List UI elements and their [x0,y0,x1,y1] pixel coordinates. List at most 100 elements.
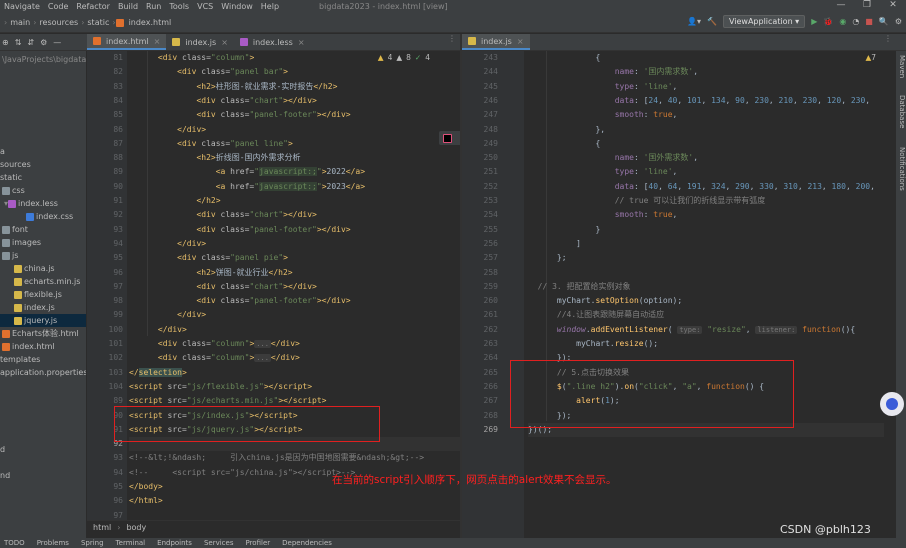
menu-navigate[interactable]: Navigate [0,2,44,11]
code-line: window.addEventListener( type: "resize",… [556,324,856,334]
tree-item[interactable]: d [0,443,5,456]
menu-vcs[interactable]: VCS [193,2,217,11]
js-editor[interactable]: 243 244 245 246 247 248 249 250 251 252 253 254 255 2… [462,51,888,538]
hide-icon[interactable]: — [53,38,61,47]
more-icon[interactable]: ⋮ [884,34,906,50]
close-icon[interactable]: × [298,34,305,51]
close-icon[interactable]: × [221,34,228,51]
tree-item-index-js[interactable]: index.js [14,301,55,314]
settings-icon[interactable]: ⚙ [895,17,902,26]
coverage-icon[interactable]: ◉ [839,17,846,26]
menu-help[interactable]: Help [257,2,283,11]
code-line: <div class="column"> [157,53,255,62]
inspection-widget[interactable]: ▲7 [865,53,876,62]
tree-item-js[interactable]: js [2,249,18,262]
profile-icon[interactable]: ◔ [852,17,859,26]
code-line: smooth: true, [614,210,678,220]
tree-item-properties[interactable]: application.properties [0,366,86,379]
inspection-widget[interactable]: ▲ 4 ▲ 8 ✓ 4 [378,53,430,62]
breadcrumb-static[interactable]: static [84,18,112,27]
tab-index-js-right[interactable]: index.js × [462,34,530,50]
menu-refactor[interactable]: Refactor [72,2,114,11]
line-number: 93 [113,453,123,463]
tree-item-china-js[interactable]: china.js [14,262,55,275]
close-icon[interactable]: ✕ [880,0,906,10]
collapse-icon[interactable]: ⇅ [15,38,22,47]
notifications-tool-button[interactable]: Notifications [896,147,906,191]
line-number: 267 [483,396,498,406]
line-number: 245 [483,81,498,91]
gear-icon[interactable]: ⚙ [40,38,47,47]
minimize-icon[interactable]: — [828,0,854,10]
hammer-icon[interactable]: 🔨 [707,17,717,26]
code-line: type: 'line', [614,167,678,177]
more-icon[interactable]: ⋮ [448,34,460,50]
debug-icon[interactable]: 🐞 [823,17,833,26]
tree-item-images[interactable]: images [2,236,41,249]
restore-icon[interactable]: ❐ [854,0,880,10]
menu-run[interactable]: Run [142,2,165,11]
user-icon[interactable]: 👤▾ [687,17,701,26]
menu-window[interactable]: Window [217,2,257,11]
tree-item-echarts-html[interactable]: Echarts体验.html [2,327,79,340]
tab-index-less[interactable]: index.less × [234,34,311,50]
weak-warning-icon: ▲ [396,53,403,62]
line-number: 96 [113,496,123,506]
tool-spring[interactable]: Spring [81,538,104,548]
tree-item-templates[interactable]: templates [0,353,40,366]
annotation-note: 在当前的script引入顺序下，网页点击的alert效果不会显示。 [332,474,617,486]
stop-icon[interactable]: ■ [865,17,873,26]
jetbrains-icon[interactable] [443,133,452,143]
warning-icon: ▲ [377,53,384,62]
tool-problems[interactable]: Problems [37,538,69,548]
js-file-icon [14,264,22,273]
tab-index-html[interactable]: index.html × [87,33,167,50]
close-icon[interactable]: × [517,33,524,50]
tree-item-jquery-js[interactable]: jquery.js [0,314,86,327]
breadcrumb-resources[interactable]: resources [36,18,81,27]
tree-item-font[interactable]: font [2,223,28,236]
tree-item-index-less[interactable]: ▾ index.less [4,197,58,210]
tool-terminal[interactable]: Terminal [116,538,146,548]
tree-item-flexible-js[interactable]: flexible.js [14,288,62,301]
line-number: 254 [483,210,498,220]
menu-build[interactable]: Build [114,2,142,11]
close-icon[interactable]: × [154,33,161,50]
tool-endpoints[interactable]: Endpoints [157,538,192,548]
tree-item[interactable]: static [0,171,22,184]
tree-item-css[interactable]: css [2,184,25,197]
tool-dependencies[interactable]: Dependencies [282,538,332,548]
editor-scrollbar[interactable] [888,60,894,500]
locate-icon[interactable]: ⊕ [2,38,9,47]
line-number: 89 [113,167,123,177]
search-icon[interactable]: 🔍 [879,17,889,26]
tree-item[interactable]: sources [0,158,31,171]
line-number: 85 [113,110,123,120]
tool-profiler[interactable]: Profiler [245,538,270,548]
breadcrumb-main[interactable]: main [7,18,33,27]
menu-code[interactable]: Code [44,2,72,11]
expand-icon[interactable]: ⇵ [27,38,34,47]
floating-assistant-button[interactable] [880,392,904,416]
tree-item[interactable]: nd [0,469,10,482]
html-file-icon [2,329,10,338]
run-icon[interactable]: ▶ [811,17,817,26]
tree-item[interactable]: a [0,145,5,158]
tree-item-echarts-js[interactable]: echarts.min.js [14,275,80,288]
database-tool-button[interactable]: Database [896,95,906,128]
tab-index-js[interactable]: index.js × [166,34,234,50]
project-tree: \JavaProjects\bigdata20 a sources static… [0,51,87,538]
run-config-select[interactable]: ViewApplication ▾ [722,15,806,28]
tool-todo[interactable]: TODO [4,538,25,548]
line-number: 99 [113,310,123,320]
tree-item-index-html[interactable]: index.html [2,340,55,353]
html-editor[interactable]: 81 82 83 84 85 86 87 88 89 90 91 92 93 94 95 96 97 98 99 10… [87,51,460,520]
breadcrumb-file[interactable]: index.html [126,18,175,27]
tree-item-index-css[interactable]: index.css [26,210,73,223]
tool-services[interactable]: Services [204,538,234,548]
maven-tool-button[interactable]: Maven [896,55,906,78]
breadcrumb-html[interactable]: html [93,523,111,532]
breadcrumb-body[interactable]: body [126,523,146,532]
menu-tools[interactable]: Tools [165,2,193,11]
tree-item-label: a [0,147,5,156]
